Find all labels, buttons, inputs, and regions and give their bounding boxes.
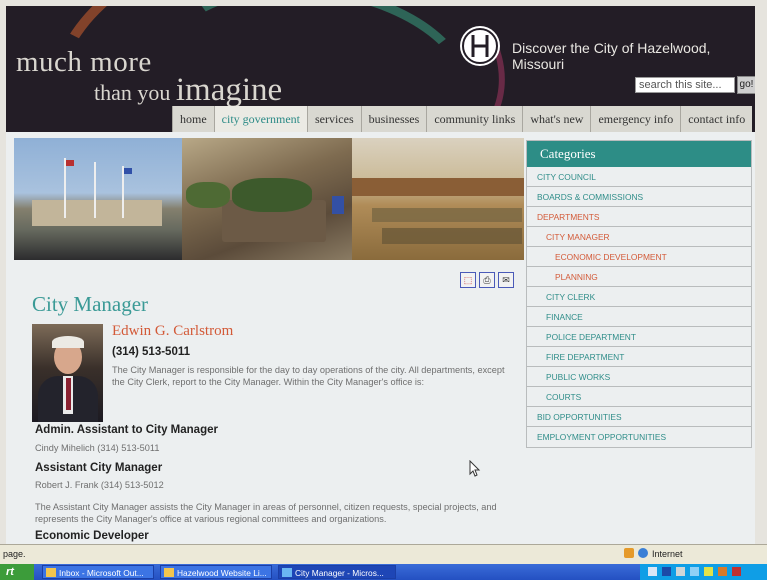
nav-home[interactable]: home <box>172 106 214 132</box>
seal-icon <box>462 28 498 64</box>
economic-developer-heading: Economic Developer <box>35 530 149 542</box>
tagline-line2-big: imagine <box>175 72 283 108</box>
categories-heading: Categories <box>527 141 751 167</box>
nav-contact-info[interactable]: contact info <box>680 106 753 132</box>
pdf-icon[interactable]: ⬚ <box>460 272 476 288</box>
folder-icon <box>164 568 174 577</box>
print-icon[interactable]: ⎙ <box>479 272 495 288</box>
tagline-line2: than you imagine <box>94 72 282 109</box>
start-button[interactable]: rt <box>0 564 34 580</box>
category-boards-commissions[interactable]: BOARDS & COMMISSIONS <box>527 187 751 207</box>
taskbar-city-manager-label: City Manager - Micros... <box>295 568 384 578</box>
nav-city-government[interactable]: city government <box>213 106 307 132</box>
category-public-works[interactable]: PUBLIC WORKS <box>527 367 751 387</box>
tray-alert-icon[interactable] <box>732 567 741 576</box>
taskbar-outlook[interactable]: Inbox - Microsoft Out... <box>42 565 154 579</box>
category-courts[interactable]: COURTS <box>527 387 751 407</box>
city-manager-portrait <box>32 324 103 422</box>
nav-services[interactable]: services <box>306 106 361 132</box>
assistant-manager-heading: Assistant City Manager <box>35 462 163 474</box>
category-city-clerk[interactable]: CITY CLERK <box>527 287 751 307</box>
manager-phone: (314) 513-5011 <box>112 346 191 358</box>
status-text: page. <box>3 549 26 559</box>
windows-taskbar: rt Inbox - Microsoft Out... Hazelwood We… <box>0 564 767 580</box>
browser-page: much more than you imagine Discover the … <box>6 6 755 544</box>
ie-icon <box>282 568 292 577</box>
browser-statusbar: page. Internet <box>0 544 767 565</box>
taskbar-outlook-label: Inbox - Microsoft Out... <box>59 568 144 578</box>
nav-whats-new[interactable]: what's new <box>522 106 591 132</box>
manager-name: Edwin G. Carlstrom <box>112 323 234 339</box>
nav-community-links[interactable]: community links <box>426 106 523 132</box>
council-chamber-photo <box>352 138 524 260</box>
tray-status-icon[interactable] <box>690 567 699 576</box>
site-header: much more than you imagine Discover the … <box>6 6 755 132</box>
tray-network-icon[interactable] <box>648 567 657 576</box>
city-seal-logo[interactable] <box>460 26 500 66</box>
tray-update-icon[interactable] <box>718 567 727 576</box>
tray-security-icon[interactable] <box>704 567 713 576</box>
category-departments[interactable]: DEPARTMENTS <box>527 207 751 227</box>
category-economic-development[interactable]: ECONOMIC DEVELOPMENT <box>527 247 751 267</box>
discover-heading: Discover the City of Hazelwood, Missouri <box>512 40 711 72</box>
category-city-manager[interactable]: CITY MANAGER <box>527 227 751 247</box>
nav-businesses[interactable]: businesses <box>360 106 427 132</box>
taskbar-hazelwood-label: Hazelwood Website Li... <box>177 568 267 578</box>
category-fire-department[interactable]: FIRE DEPARTMENT <box>527 347 751 367</box>
outlook-icon <box>46 568 56 577</box>
email-icon[interactable]: ✉ <box>498 272 514 288</box>
city-hall-exterior-photo <box>14 138 182 260</box>
category-city-council[interactable]: CITY COUNCIL <box>527 167 751 187</box>
category-police-department[interactable]: POLICE DEPARTMENT <box>527 327 751 347</box>
page-title: City Manager <box>32 292 149 316</box>
tray-volume-icon[interactable] <box>676 567 685 576</box>
atrium-planters-photo <box>182 138 352 260</box>
nav-emergency-info[interactable]: emergency info <box>590 106 681 132</box>
photo-banner <box>14 138 524 260</box>
assistant-manager-contact: Robert J. Frank (314) 513-5012 <box>35 480 164 490</box>
document-tools: ⬚ ⎙ ✉ <box>460 272 514 288</box>
internet-globe-icon <box>638 548 648 558</box>
system-tray <box>640 564 767 580</box>
search-go-button[interactable]: go! <box>737 76 755 94</box>
categories-panel: Categories CITY COUNCIL BOARDS & COMMISS… <box>526 140 752 448</box>
taskbar-city-manager-ie[interactable]: City Manager - Micros... <box>278 565 396 579</box>
manager-description: The City Manager is responsible for the … <box>112 365 505 387</box>
security-lock-icon <box>624 548 634 558</box>
mouse-cursor-icon <box>469 460 481 477</box>
category-employment-opportunities[interactable]: EMPLOYMENT OPPORTUNITIES <box>527 427 751 447</box>
zone-label: Internet <box>652 549 683 559</box>
site-search-input[interactable]: search this site... <box>635 77 735 93</box>
admin-assistant-contact: Cindy Mihelich (314) 513-5011 <box>35 443 160 453</box>
assistant-manager-description: The Assistant City Manager assists the C… <box>35 502 497 524</box>
tray-app-icon[interactable] <box>662 567 671 576</box>
category-planning[interactable]: PLANNING <box>527 267 751 287</box>
tagline-line2-prefix: than you <box>94 80 171 105</box>
main-nav: home city government services businesses… <box>172 106 753 132</box>
taskbar-hazelwood-website[interactable]: Hazelwood Website Li... <box>160 565 272 579</box>
admin-assistant-heading: Admin. Assistant to City Manager <box>35 424 218 436</box>
category-bid-opportunities[interactable]: BID OPPORTUNITIES <box>527 407 751 427</box>
category-finance[interactable]: FINANCE <box>527 307 751 327</box>
